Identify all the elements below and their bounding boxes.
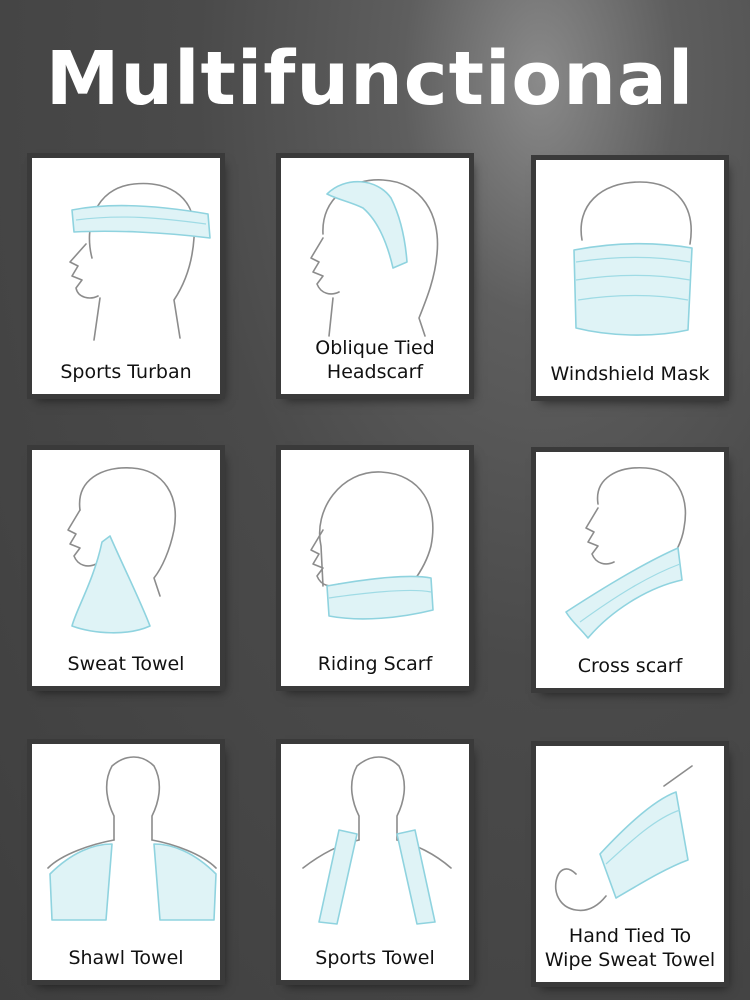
card-windshield-mask: Windshield Mask xyxy=(536,160,724,396)
cross-scarf-icon xyxy=(565,467,687,639)
card-sweat-towel: Sweat Towel xyxy=(32,450,220,686)
sports-turban-icon xyxy=(69,182,211,341)
card-label: Sweat Towel xyxy=(67,653,185,675)
page-title: Multifunctional xyxy=(45,36,695,122)
card-label: Sports Turban xyxy=(60,361,192,383)
card-label: Sports Towel xyxy=(315,947,435,969)
card-label: Shawl Towel xyxy=(68,947,184,969)
card-sports-turban: Sports Turban xyxy=(32,158,220,394)
riding-scarf-icon xyxy=(310,471,434,620)
card-label: Hand Tied To Wipe Sweat Towel xyxy=(544,925,716,971)
card-hand-tied-towel: Hand Tied To Wipe Sweat Towel xyxy=(536,746,724,982)
card-cross-scarf: Cross scarf xyxy=(536,452,724,688)
windshield-mask-icon xyxy=(573,181,693,336)
card-label: Oblique Tied Headscarf xyxy=(315,337,435,383)
card-label: Cross scarf xyxy=(577,655,683,677)
card-label: Windshield Mask xyxy=(550,363,710,385)
shawl-towel-icon xyxy=(47,756,217,921)
sweat-towel-icon xyxy=(67,467,176,634)
card-riding-scarf: Riding Scarf xyxy=(281,450,469,686)
card-oblique-headscarf: Oblique Tied Headscarf xyxy=(281,158,469,394)
sports-towel-icon xyxy=(302,756,452,925)
card-shawl-towel: Shawl Towel xyxy=(32,744,220,980)
card-sports-towel: Sports Towel xyxy=(281,744,469,980)
card-label: Riding Scarf xyxy=(317,653,433,675)
